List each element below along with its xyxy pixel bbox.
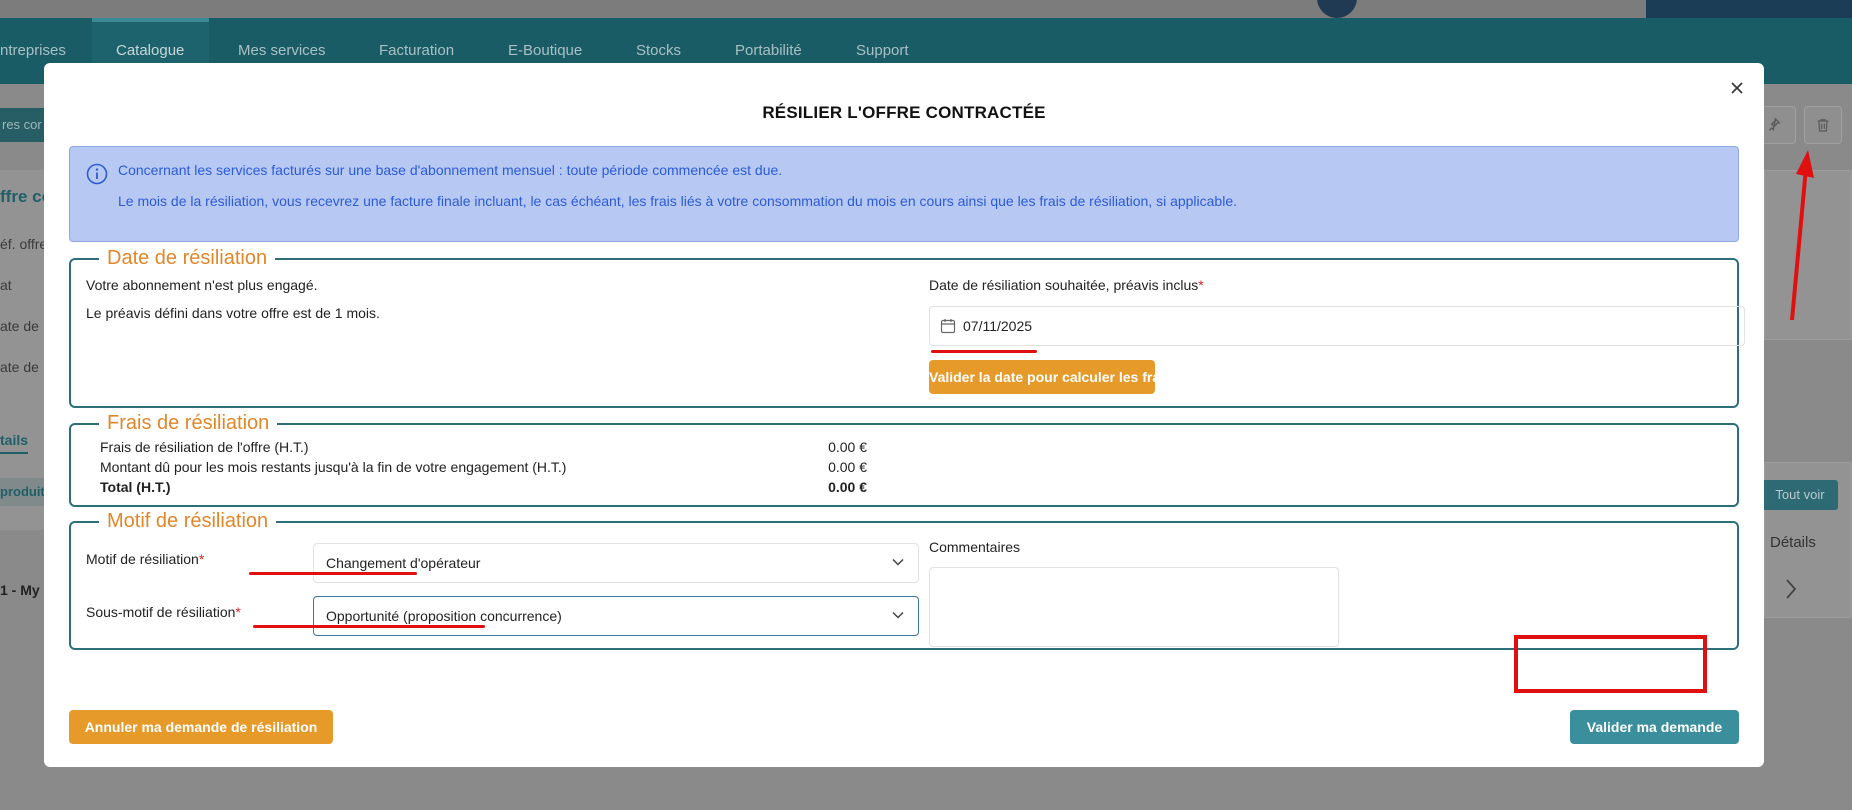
comments-textarea[interactable]: [929, 567, 1339, 647]
info-line-1: Concernant les services facturés sur une…: [118, 162, 783, 178]
fee-label-offer: Frais de résiliation de l'offre (H.T.): [100, 439, 309, 455]
annotation-underline-subreason: [253, 625, 485, 628]
background-details-header: Détails: [1770, 534, 1816, 551]
nav-item-portabilite[interactable]: Portabilité: [735, 42, 802, 59]
trash-icon: [1817, 119, 1829, 132]
background-left-row: ate de: [0, 359, 39, 375]
background-left-card: [0, 170, 44, 530]
fee-amount-remaining: 0.00 €: [828, 459, 867, 475]
fee-amount-total: 0.00 €: [828, 479, 867, 495]
background-table-row: 1 - My: [0, 582, 40, 598]
info-icon: [86, 163, 108, 185]
background-left-row: at: [0, 277, 12, 293]
top-bar-right-block: [1646, 0, 1852, 18]
date-label-text: Date de résiliation souhaitée, préavis i…: [929, 277, 1199, 293]
fee-label-total: Total (H.T.): [100, 479, 171, 495]
modal-title: RÉSILIER L'OFFRE CONTRACTÉE: [762, 103, 1046, 122]
cancel-termination-button[interactable]: Annuler ma demande de résiliation: [69, 710, 333, 744]
background-tab-details[interactable]: tails: [0, 432, 29, 454]
chevron-right-icon[interactable]: [1784, 578, 1798, 600]
reason-label: Motif de résiliation*: [86, 551, 204, 567]
calendar-icon: [940, 319, 956, 334]
fees-section-legend: Frais de résiliation: [99, 412, 278, 434]
reason-select-value: Changement d'opérateur: [326, 555, 481, 571]
reason-section-legend: Motif de résiliation: [99, 510, 277, 532]
nav-item-support[interactable]: Support: [856, 42, 909, 59]
background-table-header: produit: [0, 478, 44, 506]
nav-item-entreprises[interactable]: ntreprises: [0, 42, 66, 59]
subreason-label-text: Sous-motif de résiliation: [86, 604, 236, 620]
date-section: Date de résiliation Votre abonnement n'e…: [69, 247, 1745, 408]
engagement-status-text: Votre abonnement n'est plus engagé.: [86, 277, 318, 293]
top-bar: [0, 0, 1852, 18]
terminate-offer-modal: RÉSILIER L'OFFRE CONTRACTÉE Concernant l…: [44, 63, 1764, 767]
background-left-button[interactable]: res cor: [0, 108, 50, 142]
info-box: Concernant les services facturés sur une…: [69, 146, 1739, 242]
annotation-underline-date: [931, 350, 1037, 353]
fee-label-remaining: Montant dû pour les mois restants jusqu'…: [100, 459, 567, 475]
fee-amount-offer: 0.00 €: [828, 439, 867, 455]
date-label: Date de résiliation souhaitée, préavis i…: [929, 277, 1204, 293]
comments-label: Commentaires: [929, 539, 1021, 555]
notice-period-text: Le préavis défini dans votre offre est d…: [86, 305, 380, 321]
nav-item-e-boutique[interactable]: E-Boutique: [508, 42, 582, 59]
nav-item-mes-services[interactable]: Mes services: [238, 42, 326, 59]
nav-item-facturation[interactable]: Facturation: [379, 42, 454, 59]
required-mark: *: [235, 604, 241, 620]
close-icon: [1731, 82, 1743, 94]
annotation-underline-reason: [249, 572, 417, 575]
reason-select[interactable]: Changement d'opérateur: [313, 543, 919, 583]
termination-date-input[interactable]: 07/11/2025: [929, 306, 1745, 346]
chevron-down-icon: [892, 558, 904, 566]
info-line-2: Le mois de la résiliation, vous recevrez…: [118, 193, 1238, 209]
validate-date-button[interactable]: Valider la date pour calculer les frais: [929, 360, 1172, 394]
background-left-row: éf. offre: [0, 236, 48, 252]
fees-section: Frais de résiliation Frais de résiliatio…: [69, 412, 1739, 507]
annotation-highlight-submit: [1514, 635, 1707, 693]
avatar[interactable]: [1317, 0, 1357, 18]
reason-label-text: Motif de résiliation: [86, 551, 199, 567]
required-mark: *: [198, 551, 205, 567]
nav-item-stocks[interactable]: Stocks: [636, 42, 681, 59]
termination-date-value: 07/11/2025: [963, 318, 1033, 334]
close-button[interactable]: [1726, 77, 1748, 99]
required-mark: *: [1198, 277, 1204, 293]
annotation-arrow: [1790, 150, 1814, 321]
subreason-select-value: Opportunité (proposition concurrence): [326, 608, 562, 624]
reason-section: Motif de résiliation Motif de résiliatio…: [69, 510, 1739, 650]
pin-icon: [1769, 117, 1781, 131]
subreason-select[interactable]: Opportunité (proposition concurrence): [313, 596, 919, 636]
background-left-row: ate de: [0, 318, 39, 334]
background-tout-voir-button[interactable]: Tout voir: [1762, 480, 1838, 510]
nav-item-catalogue[interactable]: Catalogue: [116, 42, 184, 59]
background-delete-button[interactable]: [1804, 106, 1842, 144]
submit-request-button[interactable]: Valider ma demande: [1570, 710, 1739, 744]
date-section-legend: Date de résiliation: [99, 247, 276, 269]
subreason-label: Sous-motif de résiliation*: [86, 604, 241, 620]
chevron-down-icon: [892, 611, 904, 619]
